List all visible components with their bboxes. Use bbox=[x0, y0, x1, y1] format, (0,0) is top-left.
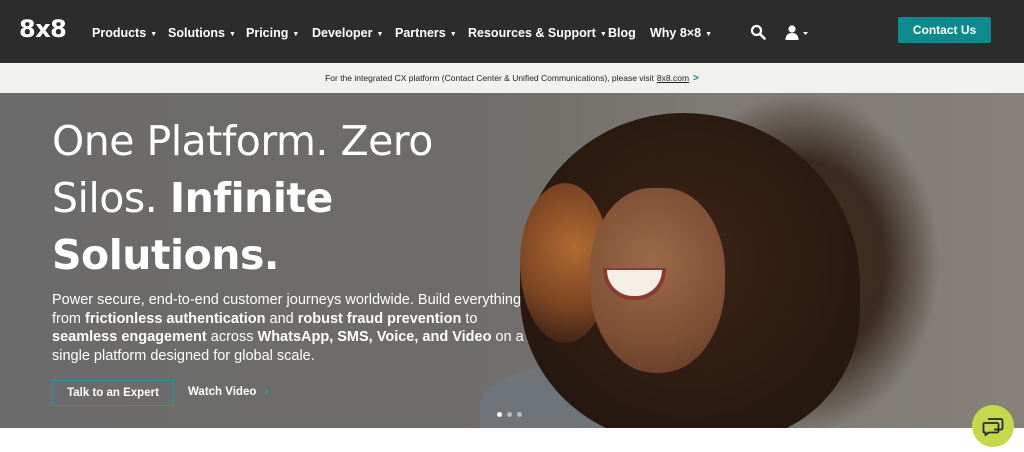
caret-down-icon: ▼ bbox=[376, 31, 384, 38]
watch-video-link[interactable]: Watch Video › bbox=[188, 386, 268, 398]
nav-item-label: Solutions bbox=[168, 26, 225, 40]
desc-text: and bbox=[265, 310, 298, 327]
nav-item-label: Resources & Support bbox=[468, 26, 596, 40]
nav-item-label: Developer bbox=[312, 26, 373, 40]
contact-us-button[interactable]: Contact Us bbox=[898, 17, 991, 43]
desc-text: to bbox=[461, 310, 478, 327]
caret-down-icon: ▼ bbox=[599, 31, 607, 38]
nav-item-pricing[interactable]: Pricing ▼ bbox=[246, 26, 299, 40]
announcement-link[interactable]: 8x8.com bbox=[657, 73, 689, 83]
hero-title-line1: One Platform. Zero bbox=[52, 117, 433, 165]
top-navigation: 8x8 Products ▼ Solutions ▼ Pricing ▼ Develo… bbox=[0, 0, 1024, 63]
nav-item-resources-support[interactable]: Resources & Support ▼ bbox=[468, 26, 607, 40]
nav-item-partners[interactable]: Partners ▼ bbox=[395, 26, 457, 40]
caret-down-icon: ▼ bbox=[449, 31, 457, 38]
hero-title-bold: Infinite bbox=[169, 174, 333, 222]
nav-item-developer[interactable]: Developer ▼ bbox=[312, 26, 383, 40]
desc-text: across bbox=[206, 329, 258, 345]
nav-item-blog[interactable]: Blog bbox=[608, 26, 636, 40]
chat-button[interactable] bbox=[972, 405, 1014, 447]
desc-bold: seamless engagement bbox=[52, 329, 207, 345]
user-account-icon[interactable] bbox=[784, 24, 810, 45]
brand-logo[interactable]: 8x8 bbox=[19, 15, 67, 43]
nav-item-label: Why 8×8 bbox=[650, 26, 702, 40]
chevron-right-icon: › bbox=[264, 386, 269, 398]
watch-video-label: Watch Video bbox=[188, 386, 257, 398]
caret-down-icon: ▼ bbox=[150, 31, 158, 38]
desc-bold: WhatsApp, SMS, Voice, and Video bbox=[257, 329, 492, 345]
carousel-dot-1[interactable] bbox=[497, 412, 502, 417]
hero-title-line3: Solutions. bbox=[52, 227, 433, 284]
nav-item-label: Blog bbox=[608, 26, 636, 40]
announcement-bar: For the integrated CX platform (Contact … bbox=[0, 63, 1024, 93]
nav-item-label: Partners bbox=[395, 26, 446, 40]
hero-title-bold: Solutions. bbox=[52, 231, 279, 279]
talk-to-expert-button[interactable]: Talk to an Expert bbox=[52, 380, 174, 406]
nav-item-label: Pricing bbox=[246, 26, 289, 40]
carousel-dot-3[interactable] bbox=[517, 412, 522, 417]
search-icon[interactable] bbox=[750, 24, 766, 45]
hero-description: Power secure, end-to-end customer journe… bbox=[52, 291, 532, 365]
carousel-dot-2[interactable] bbox=[507, 412, 512, 417]
caret-down-icon: ▼ bbox=[705, 31, 712, 38]
nav-item-label: Products bbox=[92, 26, 147, 40]
caret-down-icon: ▼ bbox=[228, 31, 236, 38]
hero-section: One Platform. Zero Silos. Infinite Solut… bbox=[0, 93, 1024, 428]
hero-title-normal: Silos. bbox=[52, 174, 158, 222]
carousel-indicators bbox=[497, 412, 522, 417]
chevron-right-icon: > bbox=[693, 72, 699, 84]
nav-item-products[interactable]: Products ▼ bbox=[92, 26, 157, 40]
announcement-text: For the integrated CX platform (Contact … bbox=[325, 73, 654, 83]
chat-icon bbox=[982, 418, 1004, 436]
hero-title-line2: Silos. Infinite bbox=[52, 170, 433, 227]
desc-bold: robust fraud prevention bbox=[297, 310, 462, 327]
desc-bold: frictionless authentication bbox=[85, 310, 266, 327]
hero-title: One Platform. Zero Silos. Infinite Solut… bbox=[52, 113, 433, 284]
nav-item-why-8x8[interactable]: Why 8×8 ▼ bbox=[650, 26, 712, 40]
caret-down-icon: ▼ bbox=[292, 31, 300, 38]
nav-item-solutions[interactable]: Solutions ▼ bbox=[168, 26, 236, 40]
